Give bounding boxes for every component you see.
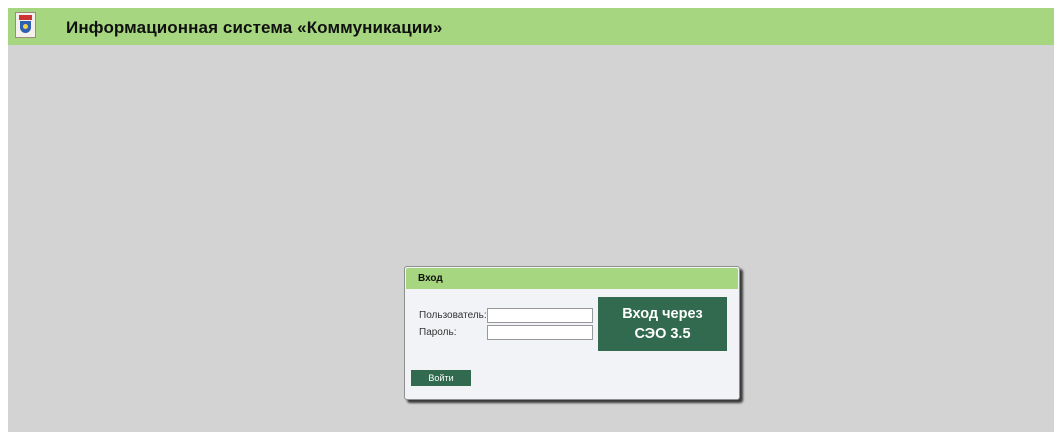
password-label: Пароль:: [419, 327, 457, 338]
login-dialog-title: Вход: [418, 273, 443, 284]
app-header: Информационная система «Коммуникации»: [8, 8, 1054, 45]
login-button[interactable]: Войти: [411, 370, 471, 386]
sso-login-button-line1: Вход через: [622, 306, 703, 322]
username-label: Пользователь:: [419, 310, 487, 321]
app-title: Информационная система «Коммуникации»: [66, 18, 443, 37]
sso-login-button-line2: СЭО 3.5: [634, 326, 691, 342]
coat-of-arms-icon: [15, 12, 36, 38]
sso-login-button[interactable]: Вход через СЭО 3.5: [598, 297, 727, 351]
username-input[interactable]: [487, 308, 593, 323]
page-background: Информационная система «Коммуникации» Вх…: [8, 8, 1054, 432]
password-input[interactable]: [487, 325, 593, 340]
login-dialog-header: Вход: [406, 268, 738, 289]
login-dialog: Вход Пользователь: Пароль: Вход через СЭ…: [404, 266, 740, 400]
